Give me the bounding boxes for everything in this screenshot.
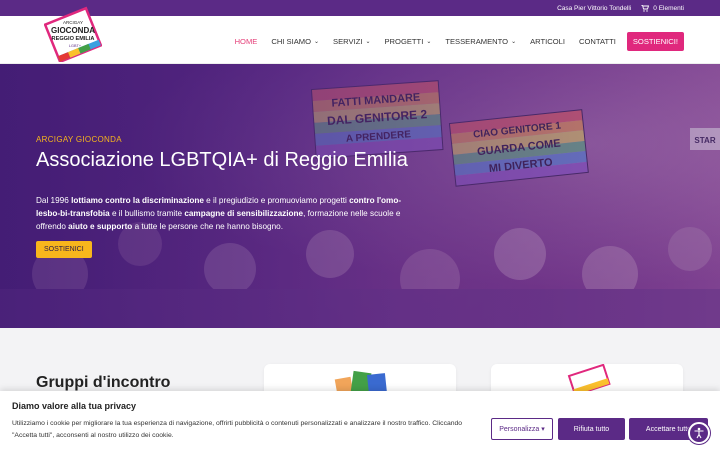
hero-banner: FATTI MANDARE DAL GENITORE 2 A PRENDERE … [0, 64, 720, 328]
cookie-customize-button[interactable]: Personalizza ▾ [491, 418, 553, 440]
hero-description-text: Dal 1996 [36, 196, 72, 205]
group-card-image [334, 370, 387, 394]
chevron-down-icon: ⌄ [426, 39, 432, 45]
nav-servizi[interactable]: SERVIZI ⌄ [326, 37, 377, 46]
cart-link[interactable]: 0 Elementi [641, 4, 684, 12]
top-bar: Casa Pier Vittorio Tondelli 0 Elementi [0, 0, 720, 16]
donate-nav-button[interactable]: SOSTIENICI! [626, 32, 684, 51]
nav-articoli[interactable]: ARTICOLI [523, 37, 572, 46]
logo-line4: LGBT+ [69, 44, 82, 48]
chevron-down-icon: ⌄ [314, 39, 320, 45]
nav-tesseramento[interactable]: TESSERAMENTO ⌄ [438, 37, 523, 46]
hero-description-text: a tutte le persone che ne hanno bisogno. [132, 222, 283, 231]
nav-chi-siamo-label: CHI SIAMO [271, 37, 312, 46]
logo-line3: REGGIO EMILIA [52, 36, 95, 42]
nav-progetti[interactable]: PROGETTI ⌄ [377, 37, 438, 46]
cookie-customize-label: Personalizza [499, 425, 540, 433]
group-card-image [567, 364, 611, 394]
hero-description: Dal 1996 lottiamo contro la discriminazi… [36, 194, 416, 233]
hero-title: Associazione LGBTQIA+ di Reggio Emilia [36, 149, 408, 171]
cookie-text: Utilizziamo i cookie per migliorare la t… [12, 420, 463, 439]
chevron-down-icon: ⌄ [511, 39, 517, 45]
hero-eyebrow: ARCIGAY GIOCONDA [36, 135, 122, 144]
hero-description-emphasis: campagne di sensibilizzazione [184, 209, 304, 218]
site-logo[interactable]: ARCIGAY GIOCONDA REGGIO EMILIA LGBT+ [43, 4, 103, 64]
nav-progetti-label: PROGETTI [384, 37, 424, 46]
cookie-reject-button[interactable]: Rifiuta tutto [558, 418, 625, 440]
cart-count: 0 Elementi [653, 4, 684, 12]
cart-icon [641, 4, 650, 12]
hero-description-emphasis: lottiamo contro la discriminazione [71, 196, 204, 205]
chevron-down-icon: ⌄ [365, 39, 371, 45]
nav-contatti-label: CONTATTI [579, 37, 616, 46]
accessibility-icon[interactable] [688, 422, 710, 444]
nav-chi-siamo[interactable]: CHI SIAMO ⌄ [264, 37, 326, 46]
nav-home-label: HOME [234, 37, 258, 46]
site-header: ARCIGAY GIOCONDA REGGIO EMILIA LGBT+ HOM… [0, 6, 720, 64]
nav-articoli-label: ARTICOLI [530, 37, 565, 46]
cookie-banner: Diamo valore alla tua privacy Utilizziam… [0, 391, 720, 450]
nav-contatti[interactable]: CONTATTI [572, 37, 623, 46]
main-nav: HOME CHI SIAMO ⌄ SERVIZI ⌄ PROGETTI ⌄ TESSE… [228, 32, 684, 51]
logo-line2: GIOCONDA [51, 26, 95, 35]
hero-description-text: e il bullismo tramite [109, 209, 185, 218]
hero-description-text: e il pregiudizio e promuoviamo progetti [203, 196, 350, 205]
cookie-title: Diamo valore alla tua privacy [12, 401, 137, 411]
nav-home[interactable]: HOME [228, 37, 265, 46]
hero-description-emphasis: aiuto e supporto [68, 222, 133, 231]
nav-tesseramento-label: TESSERAMENTO [445, 37, 509, 46]
location-link[interactable]: Casa Pier Vittorio Tondelli [557, 5, 631, 12]
donate-hero-button[interactable]: SOSTIENICI [36, 241, 92, 258]
nav-servizi-label: SERVIZI [333, 37, 363, 46]
logo-line1: ARCIGAY [63, 20, 83, 25]
caret-down-icon: ▾ [541, 426, 545, 433]
section-title: Gruppi d'incontro [36, 374, 171, 391]
